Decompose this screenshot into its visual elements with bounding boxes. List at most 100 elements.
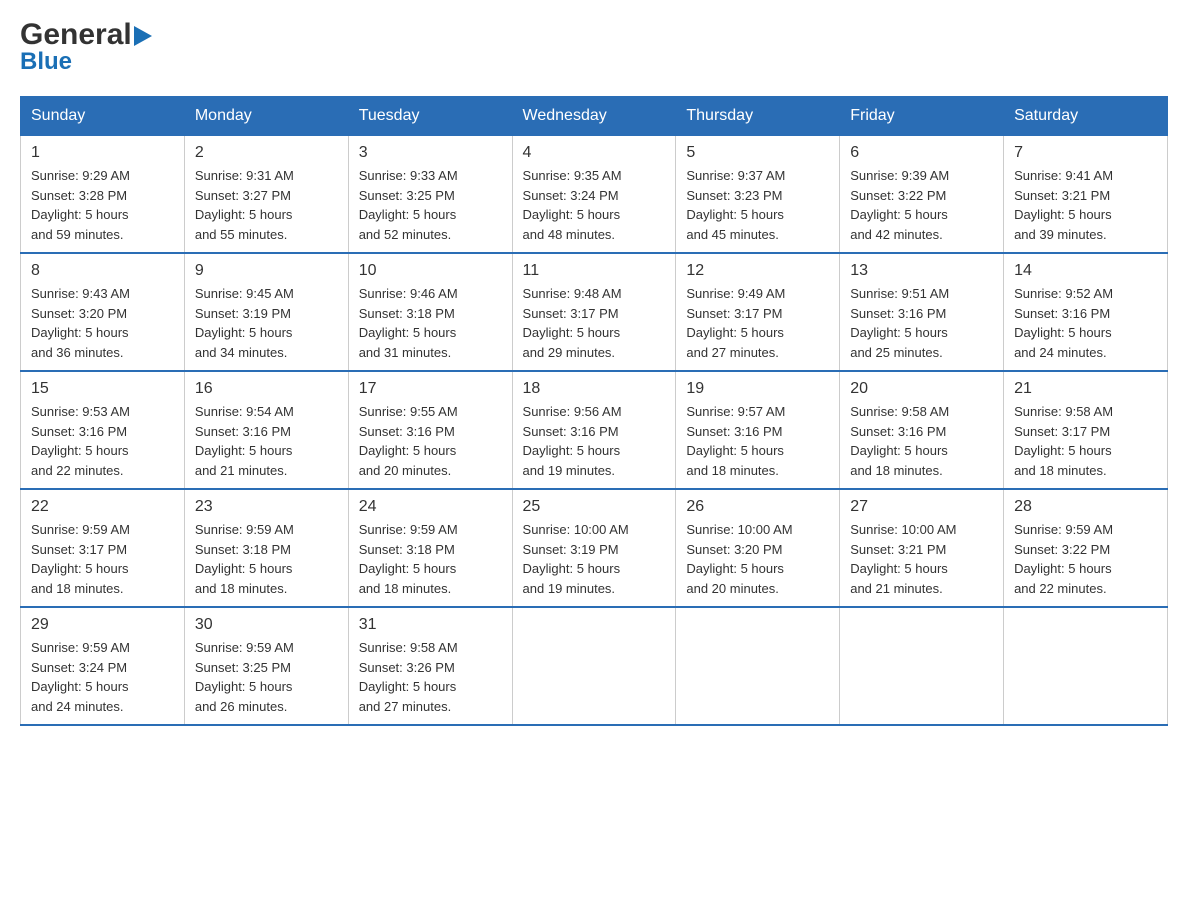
calendar-cell: [676, 607, 840, 725]
calendar-cell: [840, 607, 1004, 725]
day-info: Sunrise: 9:59 AMSunset: 3:25 PMDaylight:…: [195, 638, 338, 716]
calendar-cell: 25 Sunrise: 10:00 AMSunset: 3:19 PMDaylig…: [512, 489, 676, 607]
header-row: Sunday Monday Tuesday Wednesday Thursday…: [21, 97, 1168, 136]
calendar-cell: 6 Sunrise: 9:39 AMSunset: 3:22 PMDaylight…: [840, 136, 1004, 254]
calendar-week-3: 15 Sunrise: 9:53 AMSunset: 3:16 PMDayligh…: [21, 371, 1168, 489]
calendar-cell: 28 Sunrise: 9:59 AMSunset: 3:22 PMDayligh…: [1004, 489, 1168, 607]
calendar-cell: 5 Sunrise: 9:37 AMSunset: 3:23 PMDaylight…: [676, 136, 840, 254]
calendar-cell: 15 Sunrise: 9:53 AMSunset: 3:16 PMDayligh…: [21, 371, 185, 489]
day-number: 3: [359, 144, 502, 162]
day-info: Sunrise: 9:41 AMSunset: 3:21 PMDaylight:…: [1014, 166, 1157, 244]
logo: General Blue: [20, 20, 152, 76]
calendar-cell: 3 Sunrise: 9:33 AMSunset: 3:25 PMDaylight…: [348, 136, 512, 254]
day-number: 23: [195, 498, 338, 516]
day-number: 7: [1014, 144, 1157, 162]
day-number: 28: [1014, 498, 1157, 516]
day-info: Sunrise: 9:56 AMSunset: 3:16 PMDaylight:…: [523, 402, 666, 480]
col-tuesday: Tuesday: [348, 97, 512, 136]
day-number: 19: [686, 380, 829, 398]
day-info: Sunrise: 9:37 AMSunset: 3:23 PMDaylight:…: [686, 166, 829, 244]
day-number: 12: [686, 262, 829, 280]
calendar-cell: 1 Sunrise: 9:29 AMSunset: 3:28 PMDaylight…: [21, 136, 185, 254]
day-number: 15: [31, 380, 174, 398]
day-number: 26: [686, 498, 829, 516]
day-number: 14: [1014, 262, 1157, 280]
calendar-week-4: 22 Sunrise: 9:59 AMSunset: 3:17 PMDayligh…: [21, 489, 1168, 607]
day-number: 16: [195, 380, 338, 398]
calendar-cell: 21 Sunrise: 9:58 AMSunset: 3:17 PMDayligh…: [1004, 371, 1168, 489]
day-info: Sunrise: 10:00 AMSunset: 3:21 PMDaylight…: [850, 520, 993, 598]
calendar-cell: [512, 607, 676, 725]
calendar-cell: 18Sunrise: 9:56 AMSunset: 3:16 PMDayligh…: [512, 371, 676, 489]
day-info: Sunrise: 9:48 AMSunset: 3:17 PMDaylight:…: [523, 284, 666, 362]
day-info: Sunrise: 9:29 AMSunset: 3:28 PMDaylight:…: [31, 166, 174, 244]
day-info: Sunrise: 10:00 AMSunset: 3:19 PMDaylight…: [523, 520, 666, 598]
calendar-cell: 29Sunrise: 9:59 AMSunset: 3:24 PMDayligh…: [21, 607, 185, 725]
calendar-week-5: 29Sunrise: 9:59 AMSunset: 3:24 PMDayligh…: [21, 607, 1168, 725]
day-info: Sunrise: 9:33 AMSunset: 3:25 PMDaylight:…: [359, 166, 502, 244]
calendar-cell: 8 Sunrise: 9:43 AMSunset: 3:20 PMDaylight…: [21, 253, 185, 371]
col-wednesday: Wednesday: [512, 97, 676, 136]
day-info: Sunrise: 9:35 AMSunset: 3:24 PMDaylight:…: [523, 166, 666, 244]
calendar-cell: 11 Sunrise: 9:48 AMSunset: 3:17 PMDayligh…: [512, 253, 676, 371]
day-number: 30: [195, 616, 338, 634]
day-info: Sunrise: 9:59 AMSunset: 3:18 PMDaylight:…: [195, 520, 338, 598]
day-info: Sunrise: 9:59 AMSunset: 3:24 PMDaylight:…: [31, 638, 174, 716]
day-info: Sunrise: 9:51 AMSunset: 3:16 PMDaylight:…: [850, 284, 993, 362]
day-number: 2: [195, 144, 338, 162]
calendar-cell: 22 Sunrise: 9:59 AMSunset: 3:17 PMDayligh…: [21, 489, 185, 607]
calendar-week-1: 1 Sunrise: 9:29 AMSunset: 3:28 PMDaylight…: [21, 136, 1168, 254]
calendar-cell: 17Sunrise: 9:55 AMSunset: 3:16 PMDayligh…: [348, 371, 512, 489]
day-number: 27: [850, 498, 993, 516]
day-number: 10: [359, 262, 502, 280]
day-info: Sunrise: 9:59 AMSunset: 3:17 PMDaylight:…: [31, 520, 174, 598]
day-number: 31: [359, 616, 502, 634]
day-number: 8: [31, 262, 174, 280]
day-number: 9: [195, 262, 338, 280]
calendar-table: Sunday Monday Tuesday Wednesday Thursday…: [20, 96, 1168, 726]
calendar-cell: 23 Sunrise: 9:59 AMSunset: 3:18 PMDayligh…: [184, 489, 348, 607]
day-info: Sunrise: 9:53 AMSunset: 3:16 PMDaylight:…: [31, 402, 174, 480]
day-info: Sunrise: 9:59 AMSunset: 3:22 PMDaylight:…: [1014, 520, 1157, 598]
day-info: Sunrise: 9:58 AMSunset: 3:26 PMDaylight:…: [359, 638, 502, 716]
day-number: 1: [31, 144, 174, 162]
calendar-cell: 7 Sunrise: 9:41 AMSunset: 3:21 PMDaylight…: [1004, 136, 1168, 254]
day-number: 13: [850, 262, 993, 280]
day-info: Sunrise: 9:58 AMSunset: 3:17 PMDaylight:…: [1014, 402, 1157, 480]
day-number: 11: [523, 262, 666, 280]
calendar-cell: 10 Sunrise: 9:46 AMSunset: 3:18 PMDayligh…: [348, 253, 512, 371]
day-info: Sunrise: 9:57 AMSunset: 3:16 PMDaylight:…: [686, 402, 829, 480]
day-number: 22: [31, 498, 174, 516]
calendar-cell: [1004, 607, 1168, 725]
day-info: Sunrise: 9:59 AMSunset: 3:18 PMDaylight:…: [359, 520, 502, 598]
calendar-cell: 27 Sunrise: 10:00 AMSunset: 3:21 PMDaylig…: [840, 489, 1004, 607]
day-info: Sunrise: 9:54 AMSunset: 3:16 PMDaylight:…: [195, 402, 338, 480]
day-number: 20: [850, 380, 993, 398]
calendar-cell: 24Sunrise: 9:59 AMSunset: 3:18 PMDayligh…: [348, 489, 512, 607]
day-info: Sunrise: 9:43 AMSunset: 3:20 PMDaylight:…: [31, 284, 174, 362]
logo-general: General: [20, 20, 152, 50]
calendar-cell: 9Sunrise: 9:45 AMSunset: 3:19 PMDaylight…: [184, 253, 348, 371]
calendar-cell: 2 Sunrise: 9:31 AMSunset: 3:27 PMDaylight…: [184, 136, 348, 254]
calendar-week-2: 8 Sunrise: 9:43 AMSunset: 3:20 PMDaylight…: [21, 253, 1168, 371]
calendar-cell: 26 Sunrise: 10:00 AMSunset: 3:20 PMDaylig…: [676, 489, 840, 607]
day-number: 6: [850, 144, 993, 162]
day-info: Sunrise: 9:39 AMSunset: 3:22 PMDaylight:…: [850, 166, 993, 244]
day-info: Sunrise: 9:31 AMSunset: 3:27 PMDaylight:…: [195, 166, 338, 244]
col-sunday: Sunday: [21, 97, 185, 136]
day-number: 25: [523, 498, 666, 516]
day-info: Sunrise: 9:52 AMSunset: 3:16 PMDaylight:…: [1014, 284, 1157, 362]
calendar-cell: 14 Sunrise: 9:52 AMSunset: 3:16 PMDayligh…: [1004, 253, 1168, 371]
day-number: 5: [686, 144, 829, 162]
calendar-cell: 30 Sunrise: 9:59 AMSunset: 3:25 PMDayligh…: [184, 607, 348, 725]
calendar-cell: 31 Sunrise: 9:58 AMSunset: 3:26 PMDayligh…: [348, 607, 512, 725]
day-number: 21: [1014, 380, 1157, 398]
day-info: Sunrise: 9:46 AMSunset: 3:18 PMDaylight:…: [359, 284, 502, 362]
col-friday: Friday: [840, 97, 1004, 136]
day-number: 17: [359, 380, 502, 398]
day-info: Sunrise: 10:00 AMSunset: 3:20 PMDaylight…: [686, 520, 829, 598]
calendar-cell: 20Sunrise: 9:58 AMSunset: 3:16 PMDayligh…: [840, 371, 1004, 489]
day-number: 4: [523, 144, 666, 162]
col-monday: Monday: [184, 97, 348, 136]
calendar-cell: 16 Sunrise: 9:54 AMSunset: 3:16 PMDayligh…: [184, 371, 348, 489]
